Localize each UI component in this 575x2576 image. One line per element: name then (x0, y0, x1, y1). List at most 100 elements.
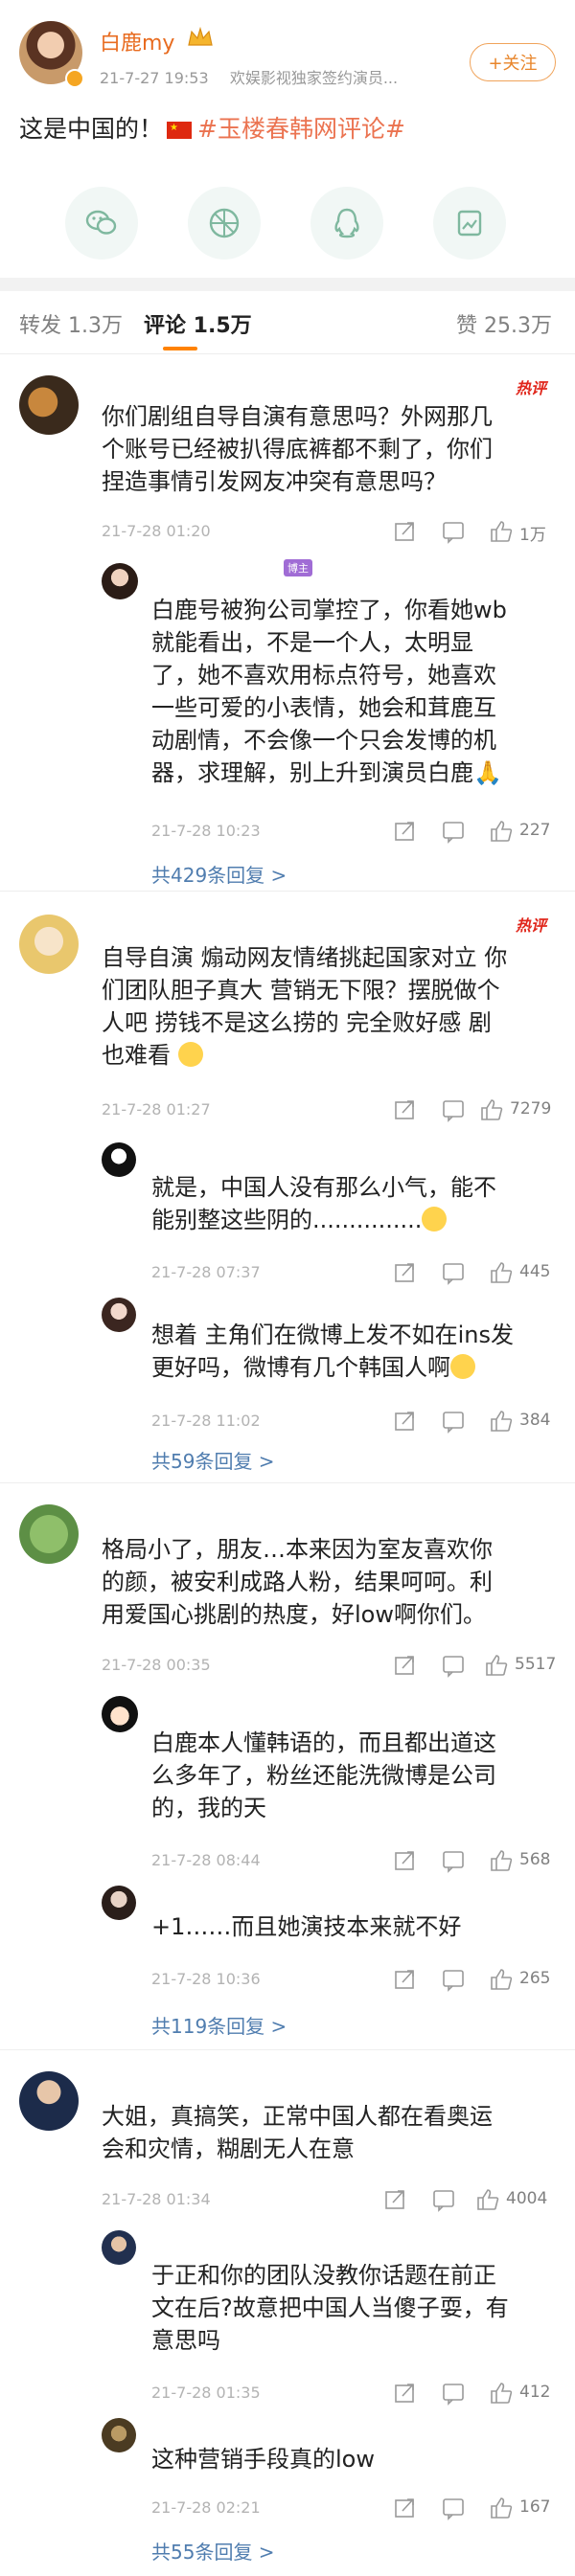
reply-icon[interactable] (441, 1409, 466, 1434)
share-icon[interactable] (393, 1097, 418, 1122)
more-replies-link[interactable]: 共55条回复 > (151, 2537, 275, 2565)
vip-badge-icon (65, 69, 84, 88)
reply-time: 21-7-28 02:21 (151, 2498, 261, 2517)
reply-avatar[interactable] (102, 1696, 138, 1732)
emoji-icon (422, 1207, 448, 1232)
share-icon[interactable] (393, 2496, 418, 2520)
reply-avatar[interactable] (102, 1298, 136, 1332)
reply-text: 白鹿号被狗公司掌控了，你看她wb 就能看出，不是一个人，太明显 了，她不喜欢用标… (151, 597, 507, 786)
like-icon[interactable] (489, 1409, 514, 1434)
reply-time: 21-7-28 10:23 (151, 822, 261, 840)
commenter-avatar[interactable] (19, 2071, 79, 2131)
tab-like[interactable]: 赞 25.3万 (456, 308, 552, 339)
reply-time: 21-7-28 10:36 (151, 1970, 261, 1988)
post-time: 21-7-27 19:53 (100, 69, 209, 87)
reply-icon[interactable] (441, 2496, 466, 2520)
reply-text: 就是，中国人没有那么小气，能不 能别整这些阴的............... (151, 1174, 496, 1233)
post-meta: 21-7-27 19:53 欢娱影视独家签约演员... (100, 65, 398, 88)
like-icon[interactable] (489, 519, 514, 544)
like-count: 1万 (519, 526, 546, 545)
reply-icon[interactable] (441, 519, 466, 544)
emoji-icon (450, 1354, 475, 1379)
reply-icon[interactable] (441, 2381, 466, 2406)
reply-text: 于正和你的团队没教你话题在前正 文在后?故意把中国人当傻子耍，有 意思吗 (151, 2262, 509, 2354)
like-icon[interactable] (489, 1260, 514, 1285)
tab-active-indicator (163, 347, 197, 350)
like-icon[interactable] (479, 1097, 504, 1122)
comment-thread: 热评 你们剧组自导自演有意思吗？外网那几 个账号已经被扒得底裤都不剩了，你们 捏… (0, 354, 575, 891)
like-count: 568 (519, 1850, 551, 1869)
comment-text: 自导自演 煽动网友情绪挑起国家对立 你 们团队胆子真大 营销无下限？摆脱做个 人… (102, 944, 508, 1069)
share-icon[interactable] (393, 1653, 418, 1678)
like-count: 4004 (506, 2189, 548, 2208)
like-count: 5517 (515, 1655, 557, 1674)
comment-time: 21-7-28 00:35 (102, 1656, 211, 1674)
commenter-avatar[interactable] (19, 375, 79, 435)
tab-repost[interactable]: 转发 1.3万 (19, 308, 123, 339)
like-count: 445 (519, 1262, 551, 1281)
like-icon[interactable] (489, 1967, 514, 1992)
like-icon[interactable] (484, 1653, 509, 1678)
author-badge: 博主 (284, 559, 312, 576)
share-save-image-button[interactable] (433, 187, 506, 260)
share-icon[interactable] (393, 1848, 418, 1873)
reply-text: 白鹿本人懂韩语的，而且都出道这 么多年了，粉丝还能洗微博是公司 的，我的天 (151, 1729, 496, 1821)
reply-time: 21-7-28 01:35 (151, 2384, 261, 2402)
reply-avatar[interactable] (102, 1142, 136, 1177)
emoji-icon (177, 1042, 203, 1067)
reply-icon[interactable] (441, 1097, 466, 1122)
like-icon[interactable] (489, 2381, 514, 2406)
china-flag-icon (167, 122, 193, 139)
reply-icon[interactable] (441, 1967, 466, 1992)
share-icon[interactable] (393, 1409, 418, 1434)
like-count: 227 (519, 821, 551, 840)
save-image-icon (457, 210, 482, 237)
like-icon[interactable] (489, 819, 514, 844)
more-replies-link[interactable]: 共59条回复 > (151, 1446, 275, 1474)
reply-avatar[interactable] (102, 2418, 136, 2452)
reply-icon[interactable] (441, 1260, 466, 1285)
comment-text: 大姐，真搞笑，正常中国人都在看奥运 会和灾情，糊剧无人在意 (102, 2103, 493, 2162)
reply-text: +1……而且她演技本来就不好 (151, 1913, 462, 1940)
wechat-icon (85, 210, 117, 235)
share-qq-button[interactable] (310, 187, 383, 260)
share-icon[interactable] (393, 2381, 418, 2406)
share-icon[interactable] (393, 819, 418, 844)
more-replies-link[interactable]: 共429条回复 > (151, 860, 287, 888)
comment-thread: 大姐，真搞笑，正常中国人都在看奥运 会和灾情，糊剧无人在意 21-7-28 01… (0, 2050, 575, 2576)
topic-link[interactable]: #玉楼春韩网评论# (197, 115, 405, 143)
follow-button[interactable]: +关注 (470, 43, 556, 81)
reply-text: 这种营销手段真的low (151, 2446, 375, 2473)
like-count: 167 (519, 2497, 551, 2517)
share-moments-button[interactable] (188, 187, 261, 260)
more-replies-link[interactable]: 共119条回复 > (151, 2011, 287, 2039)
reply-icon[interactable] (441, 1848, 466, 1873)
hot-comment-badge: 热评 (516, 379, 547, 397)
comment-time: 21-7-28 01:20 (102, 522, 211, 540)
like-icon[interactable] (489, 1848, 514, 1873)
like-count: 265 (519, 1969, 551, 1988)
post-text: 这是中国的！#玉楼春韩网评论# (19, 110, 405, 145)
author-name[interactable]: 白鹿my (100, 26, 174, 56)
reply-icon[interactable] (441, 819, 466, 844)
reply-avatar[interactable] (102, 1886, 136, 1920)
like-icon[interactable] (475, 2187, 500, 2212)
reply-icon[interactable] (441, 1653, 466, 1678)
like-icon[interactable] (489, 2496, 514, 2520)
reply-avatar[interactable] (102, 2230, 136, 2265)
commenter-avatar[interactable] (19, 915, 79, 974)
reply-text: 想着 主角们在微博上发不如在ins发 更好吗，微博有几个韩国人啊 (151, 1322, 515, 1381)
share-wechat-button[interactable] (65, 187, 138, 260)
comment-text: 格局小了，朋友…本来因为室友喜欢你 的颜，被安利成路人粉，结果呵呵。利 用爱国心… (102, 1536, 493, 1628)
reply-avatar[interactable] (102, 563, 138, 599)
comment-time: 21-7-28 01:34 (102, 2190, 211, 2208)
share-icon[interactable] (393, 1260, 418, 1285)
member-crown-icon (188, 26, 213, 46)
share-icon[interactable] (393, 1967, 418, 1992)
share-icon[interactable] (383, 2187, 408, 2212)
tab-comment[interactable]: 评论 1.5万 (144, 308, 252, 339)
reply-icon[interactable] (431, 2187, 456, 2212)
comment-thread: 热评 自导自演 煽动网友情绪挑起国家对立 你 们团队胆子真大 营销无下限？摆脱做… (0, 892, 575, 1434)
share-icon[interactable] (393, 519, 418, 544)
commenter-avatar[interactable] (19, 1504, 79, 1564)
